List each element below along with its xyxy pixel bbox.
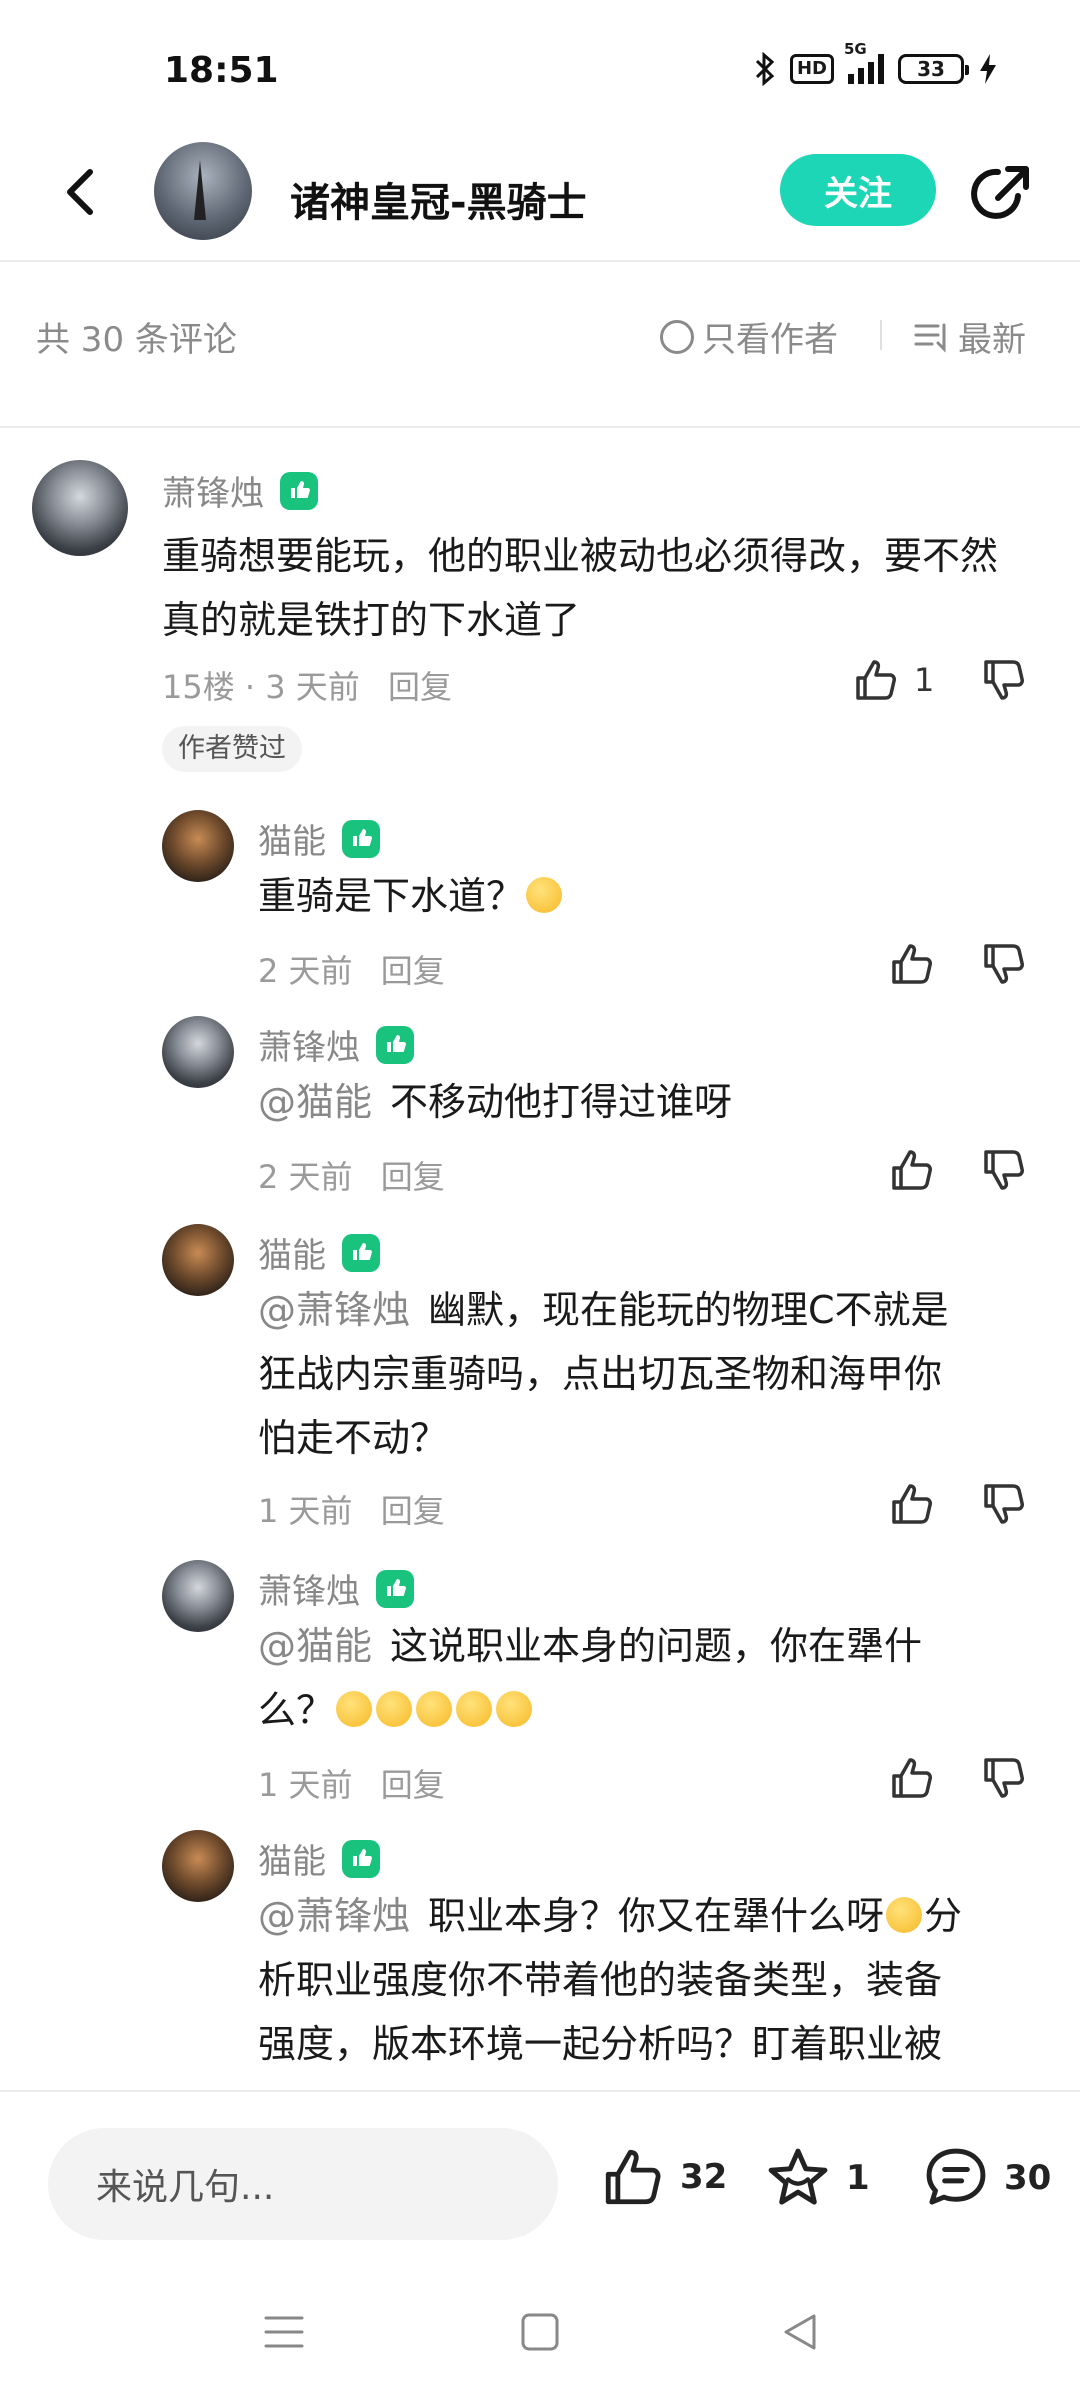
thumbs-down-icon[interactable] — [980, 1754, 1028, 1802]
status-time: 18:51 — [164, 50, 279, 91]
verified-badge-icon — [376, 1025, 414, 1064]
filter-divider — [880, 320, 882, 350]
reply-item: 猫能 @萧锋烛 职业本身？你又在犟什么呀分 析职业强度你不带着他的装备类型，装备 … — [0, 1830, 1080, 2090]
back-triangle-icon — [784, 2314, 816, 2350]
author-avatar[interactable] — [154, 142, 252, 240]
hd-indicator: HD — [789, 54, 834, 84]
verified-badge-icon — [342, 1233, 380, 1272]
radio-circle-icon — [660, 319, 694, 354]
sort-toggle[interactable]: 最新 — [914, 312, 1026, 361]
avatar[interactable] — [162, 1224, 234, 1296]
thumbs-up-icon[interactable] — [888, 1480, 936, 1528]
comment-meta: 2 天前 回复 — [258, 952, 445, 990]
author-liked-tag: 作者赞过 — [162, 726, 302, 772]
comment-user[interactable]: 萧锋烛 — [162, 466, 320, 515]
emoji-icon — [456, 1690, 493, 1727]
comment-text: 重骑想要能玩，他的职业被动也必须得改，要不然真的就是铁打的下水道了 — [162, 534, 999, 642]
verified-badge-icon — [342, 1839, 380, 1878]
menu-icon — [264, 2316, 304, 2348]
battery-icon: 33 — [898, 54, 969, 84]
share-icon[interactable] — [968, 160, 1034, 226]
mention-link[interactable]: @猫能 — [258, 1080, 372, 1124]
sweat-emoji-icon — [886, 1896, 923, 1933]
comment-user[interactable]: 萧锋烛 — [258, 1020, 416, 1069]
star-icon — [768, 2148, 828, 2205]
mention-link[interactable]: @萧锋烛 — [258, 1288, 410, 1332]
favorite-button[interactable]: 1 — [764, 2144, 870, 2212]
mention-link[interactable]: @萧锋烛 — [258, 1894, 410, 1938]
reply-button[interactable]: 回复 — [381, 1158, 445, 1196]
thumbs-down-icon[interactable] — [980, 656, 1028, 704]
comment-text: @萧锋烛 幽默，现在能玩的物理C不就是 狂战内宗重骑吗，点出切瓦圣物和海甲你 怕走… — [258, 1288, 949, 1460]
comment-user[interactable]: 猫能 — [258, 814, 382, 863]
avatar[interactable] — [162, 1016, 234, 1088]
crying-emoji-icon — [526, 876, 563, 913]
avatar[interactable] — [162, 810, 234, 882]
author-only-toggle[interactable]: 只看作者 — [660, 312, 838, 361]
verified-badge-icon — [376, 1569, 414, 1608]
like-post-button[interactable]: 32 — [600, 2144, 727, 2210]
back-arrow-icon[interactable] — [52, 162, 112, 222]
emoji-icon — [336, 1690, 373, 1727]
comment-text: @猫能 这说职业本身的问题，你在犟什 么？ — [258, 1624, 923, 1732]
like-button[interactable]: 1 — [852, 656, 934, 704]
thumbs-up-icon — [856, 660, 896, 700]
thumbs-down-icon[interactable] — [980, 1146, 1028, 1194]
reply-button[interactable]: 回复 — [381, 1766, 445, 1804]
system-nav-bar — [0, 2270, 1080, 2400]
menu-nav-button[interactable] — [262, 2310, 306, 2358]
thumbs-down-icon[interactable] — [980, 1480, 1028, 1528]
status-bar: 18:51 HD 5G 33 — [0, 0, 1080, 140]
avatar[interactable] — [162, 1830, 234, 1902]
post-header: 诸神皇冠-黑骑士 关注 — [0, 140, 1080, 262]
status-icons: HD 5G 33 — [754, 40, 998, 86]
comment-count: 共 30 条评论 — [36, 320, 237, 360]
comment-meta: 1 天前 回复 — [258, 1492, 445, 1530]
home-square-icon — [521, 2313, 559, 2351]
reply-button[interactable]: 回复 — [388, 668, 452, 706]
comment-user[interactable]: 猫能 — [258, 1834, 382, 1883]
home-nav-button[interactable] — [518, 2310, 562, 2358]
comment-meta: 1 天前 回复 — [258, 1766, 445, 1804]
avatar[interactable] — [162, 1560, 234, 1632]
comment-meta: 15楼 · 3 天前 回复 — [162, 668, 452, 706]
comment-filter-bar: 共 30 条评论 只看作者 最新 — [0, 262, 1080, 428]
comment-text: @萧锋烛 职业本身？你又在犟什么呀分 析职业强度你不带着他的装备类型，装备 强度，… — [258, 1894, 963, 2066]
emoji-icon — [416, 1690, 453, 1727]
mention-link[interactable]: @猫能 — [258, 1624, 372, 1668]
reply-button[interactable]: 回复 — [381, 952, 445, 990]
thumbs-up-icon[interactable] — [888, 940, 936, 988]
emoji-icon — [496, 1690, 533, 1727]
comment-input[interactable]: 来说几句... — [48, 2128, 558, 2240]
avatar[interactable] — [32, 460, 128, 556]
author-name[interactable]: 诸神皇冠-黑骑士 — [290, 170, 587, 228]
comment-user[interactable]: 萧锋烛 — [258, 1564, 416, 1613]
verified-badge-icon — [280, 471, 318, 510]
verified-badge-icon — [342, 819, 380, 858]
follow-button[interactable]: 关注 — [780, 154, 936, 226]
signal-icon: 5G — [844, 40, 884, 84]
comments-button[interactable]: 30 — [922, 2144, 1051, 2212]
comment-user[interactable]: 猫能 — [258, 1228, 382, 1277]
bottom-action-bar: 来说几句... 32 1 30 — [0, 2090, 1080, 2270]
thumbs-up-icon[interactable] — [888, 1754, 936, 1802]
sort-icon — [914, 323, 946, 353]
thumbs-up-icon — [605, 2149, 661, 2205]
reply-button[interactable]: 回复 — [381, 1492, 445, 1530]
emoji-icon — [376, 1690, 413, 1727]
comment-meta: 2 天前 回复 — [258, 1158, 445, 1196]
back-nav-button[interactable] — [778, 2310, 822, 2358]
thumbs-down-icon[interactable] — [980, 940, 1028, 988]
thumbs-up-icon[interactable] — [888, 1146, 936, 1194]
comment-text: 重骑是下水道？ — [258, 864, 564, 928]
charging-icon — [980, 54, 996, 84]
comment-bubble-icon — [926, 2148, 986, 2205]
bluetooth-icon — [755, 52, 775, 86]
comment-text: @猫能 不移动他打得过谁呀 — [258, 1080, 733, 1124]
